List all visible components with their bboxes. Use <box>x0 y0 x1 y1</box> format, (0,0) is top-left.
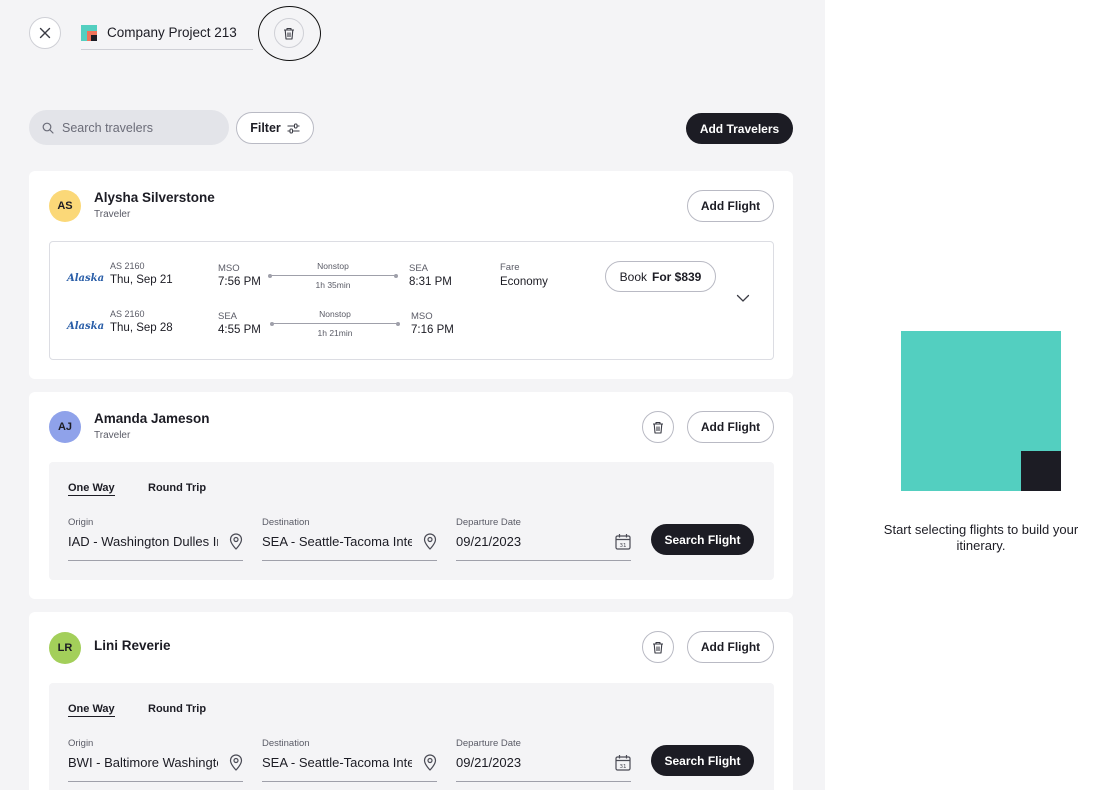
book-label: Book <box>619 269 647 284</box>
search-input[interactable] <box>62 120 212 135</box>
duration-label: 1h 21min <box>317 328 353 338</box>
flight-search-form: One Way Round Trip Origin BWI - Baltimor… <box>49 683 774 790</box>
calendar-icon[interactable]: 31 <box>615 754 631 771</box>
departure-time: 4:55 PM <box>218 324 261 336</box>
delete-traveler-button[interactable] <box>642 411 674 443</box>
search-icon <box>42 122 54 134</box>
flight-date: Thu, Sep 21 <box>110 274 173 286</box>
destination-field[interactable]: Destination SEA - Seattle-Tacoma Interna… <box>262 738 437 782</box>
origin-value: IAD - Washington Dulles International <box>68 534 218 549</box>
departure-time: 7:56 PM <box>218 276 261 288</box>
add-flight-button[interactable]: Add Flight <box>687 631 774 663</box>
project-logo-icon <box>81 25 97 41</box>
origin-code: SEA <box>218 311 238 322</box>
add-flight-button[interactable]: Add Flight <box>687 190 774 222</box>
svg-text:31: 31 <box>620 543 627 549</box>
project-name-field[interactable]: Company Project 213 <box>81 22 253 50</box>
destination-field[interactable]: Destination SEA - Seattle-Tacoma Interna… <box>262 517 437 561</box>
destination-value: SEA - Seattle-Tacoma International <box>262 755 412 770</box>
delete-traveler-button[interactable] <box>642 631 674 663</box>
close-button[interactable] <box>29 17 61 49</box>
traveler-role: Traveler <box>94 209 131 220</box>
highlight-circle <box>258 6 321 61</box>
route-line <box>268 273 398 278</box>
airline-logo: Alaska <box>67 321 105 332</box>
itinerary-box[interactable]: Alaska AS 2160 Thu, Sep 21 MSO 7:56 PM N… <box>49 241 774 360</box>
itinerary-summary-panel: Start selecting flights to build your it… <box>825 0 1097 790</box>
project-name: Company Project 213 <box>107 25 237 40</box>
origin-label: Origin <box>68 738 94 749</box>
illustration-corner <box>1021 451 1061 491</box>
tab-one-way[interactable]: One Way <box>68 482 115 496</box>
date-label: Departure Date <box>456 738 521 749</box>
stops-label: Nonstop <box>319 309 351 319</box>
origin-field[interactable]: Origin IAD - Washington Dulles Internati… <box>68 517 243 561</box>
origin-value: BWI - Baltimore Washington International <box>68 755 218 770</box>
flight-search-form: One Way Round Trip Origin IAD - Washingt… <box>49 462 774 580</box>
search-flight-button[interactable]: Search Flight <box>651 524 754 555</box>
location-pin-icon <box>229 533 243 550</box>
avatar: AJ <box>49 411 81 443</box>
book-button[interactable]: Book For $839 <box>605 261 716 292</box>
tab-one-way[interactable]: One Way <box>68 703 115 717</box>
destination-label: Destination <box>262 517 310 528</box>
svg-text:31: 31 <box>620 764 627 770</box>
calendar-icon[interactable]: 31 <box>615 533 631 550</box>
location-pin-icon <box>229 754 243 771</box>
traveler-name: Amanda Jameson <box>94 411 210 426</box>
traveler-name: Lini Reverie <box>94 638 171 653</box>
flight-date: Thu, Sep 28 <box>110 322 173 334</box>
filter-button[interactable]: Filter <box>236 112 314 144</box>
origin-code: MSO <box>218 263 240 274</box>
traveler-name: Alysha Silverstone <box>94 190 215 205</box>
route-line <box>270 321 400 326</box>
departure-date-field[interactable]: Departure Date 09/21/2023 31 <box>456 517 631 561</box>
destination-label: Destination <box>262 738 310 749</box>
flight-number: AS 2160 <box>110 309 145 319</box>
arrival-time: 8:31 PM <box>409 276 452 288</box>
empty-state-illustration <box>901 331 1061 491</box>
chevron-down-icon[interactable] <box>736 294 750 303</box>
itinerary-builder-panel: Company Project 213 Filter Add Travelers… <box>0 0 825 790</box>
location-pin-icon <box>423 533 437 550</box>
trash-icon <box>653 641 663 654</box>
duration-label: 1h 35min <box>315 280 351 290</box>
flight-segment: Alaska AS 2160 Thu, Sep 28 SEA 4:55 PM N… <box>50 309 773 353</box>
add-travelers-button[interactable]: Add Travelers <box>686 113 793 144</box>
origin-field[interactable]: Origin BWI - Baltimore Washington Intern… <box>68 738 243 782</box>
filter-label: Filter <box>250 121 281 135</box>
flight-number: AS 2160 <box>110 261 145 271</box>
empty-state-message: Start selecting flights to build your it… <box>883 522 1079 553</box>
trash-icon <box>653 421 663 434</box>
traveler-search[interactable] <box>29 110 229 145</box>
origin-label: Origin <box>68 517 94 528</box>
avatar: AS <box>49 190 81 222</box>
destination-code: MSO <box>411 311 433 322</box>
fare-label: Fare <box>500 262 520 273</box>
airline-logo: Alaska <box>67 273 105 284</box>
book-price: For $839 <box>652 269 702 284</box>
sliders-icon <box>287 123 300 133</box>
add-flight-button[interactable]: Add Flight <box>687 411 774 443</box>
traveler-card: AS Alysha Silverstone Traveler Add Fligh… <box>29 171 793 379</box>
destination-value: SEA - Seattle-Tacoma International <box>262 534 412 549</box>
arrival-time: 7:16 PM <box>411 324 454 336</box>
date-value: 09/21/2023 <box>456 755 522 770</box>
date-value: 09/21/2023 <box>456 534 522 549</box>
search-flight-button[interactable]: Search Flight <box>651 745 754 776</box>
fare-class: Economy <box>500 276 548 288</box>
tab-round-trip[interactable]: Round Trip <box>148 482 206 494</box>
traveler-role: Traveler <box>94 430 131 441</box>
tab-round-trip[interactable]: Round Trip <box>148 703 206 715</box>
stops-label: Nonstop <box>317 261 349 271</box>
location-pin-icon <box>423 754 437 771</box>
destination-code: SEA <box>409 263 429 274</box>
close-icon <box>39 27 51 39</box>
date-label: Departure Date <box>456 517 521 528</box>
departure-date-field[interactable]: Departure Date 09/21/2023 31 <box>456 738 631 782</box>
traveler-card: LR Lini Reverie Add Flight One Way Round… <box>29 612 793 790</box>
traveler-card: AJ Amanda Jameson Traveler Add Flight On… <box>29 392 793 599</box>
avatar: LR <box>49 632 81 664</box>
